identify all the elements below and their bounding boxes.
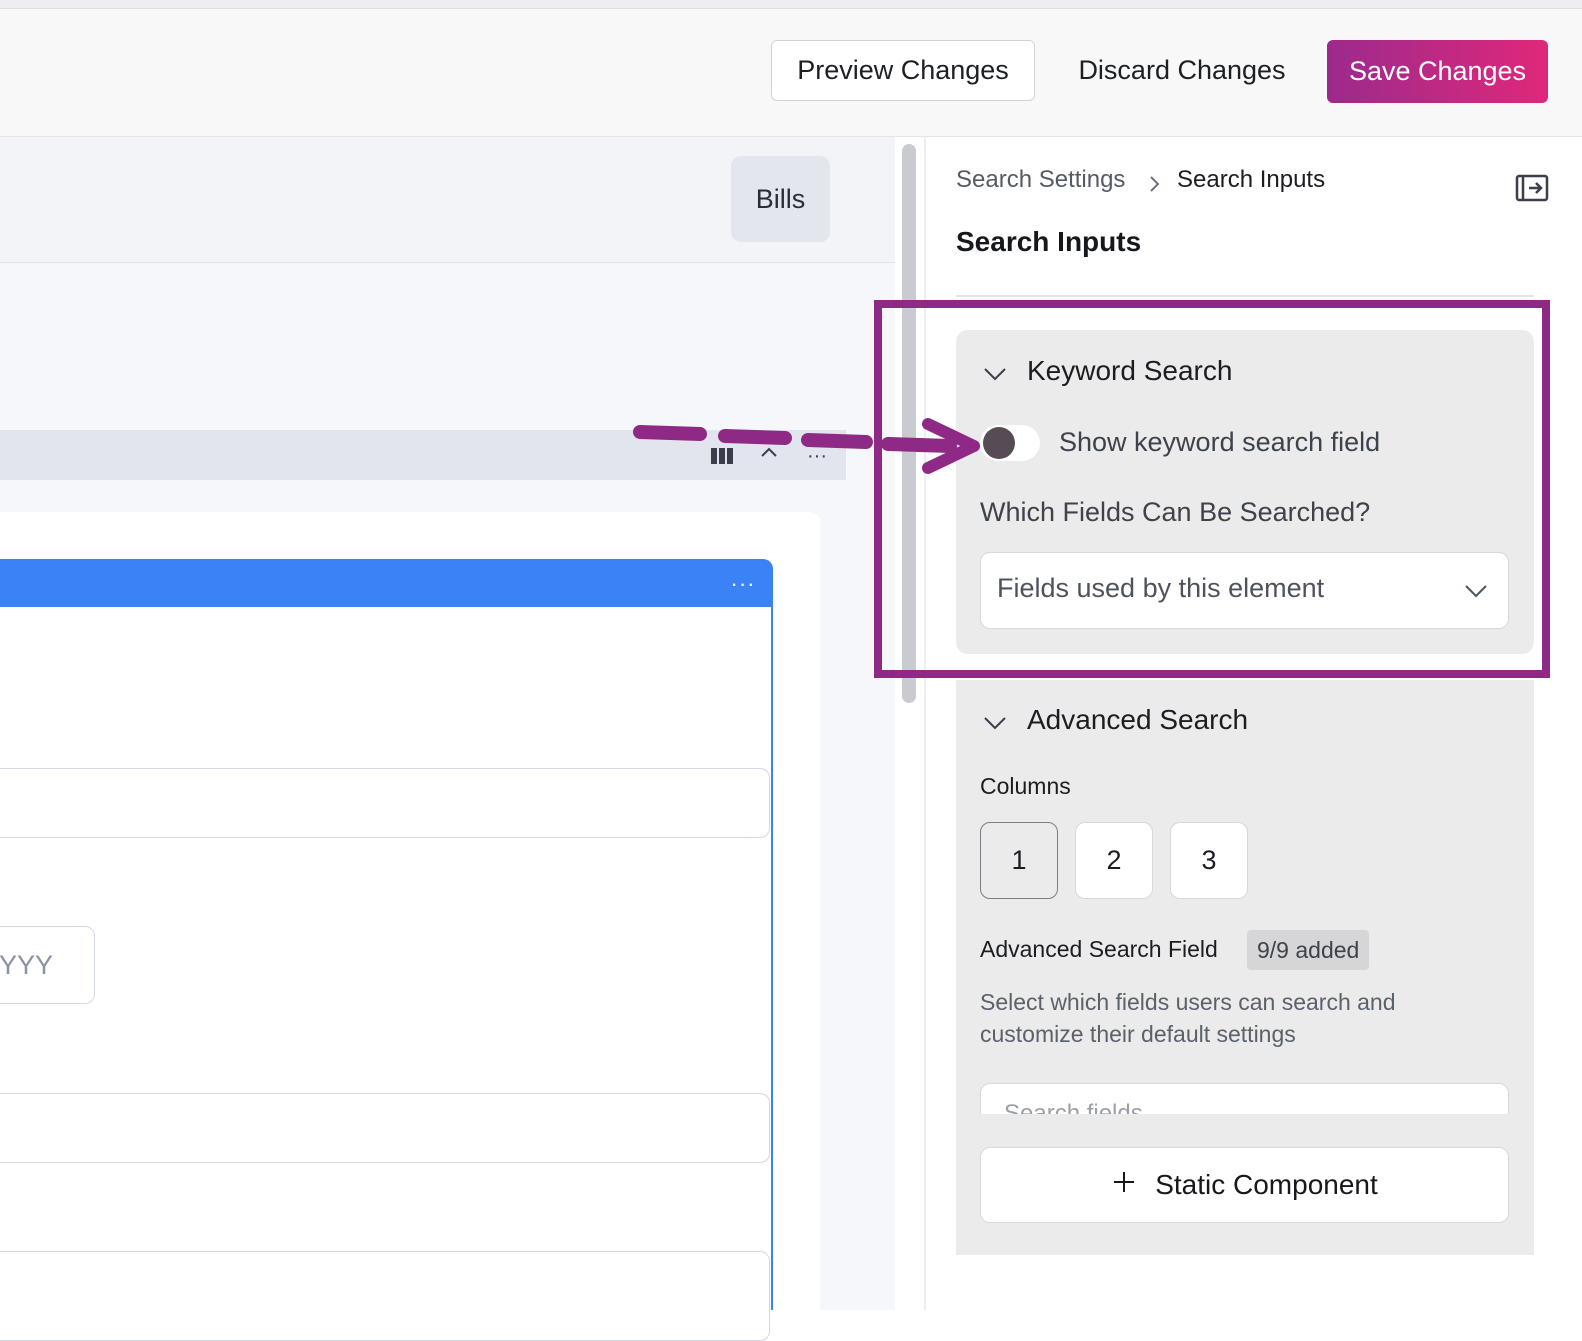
element-more-icon[interactable]: ··· <box>726 570 760 598</box>
fields-added-badge: 9/9 added <box>1247 930 1370 970</box>
date-input-field[interactable]: YYY <box>0 926 95 1004</box>
canvas-input-field[interactable] <box>0 1251 770 1341</box>
advanced-search-field-label: Advanced Search Field <box>980 936 1218 962</box>
columns-label: Columns <box>980 773 1071 799</box>
columns-option-3[interactable]: 3 <box>1170 822 1248 899</box>
collapse-panel-icon[interactable] <box>1514 172 1550 204</box>
save-changes-button[interactable]: Save Changes <box>1327 40 1548 103</box>
preview-changes-button[interactable]: Preview Changes <box>771 40 1035 101</box>
highlight-box <box>874 300 1550 678</box>
breadcrumb-search-inputs: Search Inputs <box>1177 166 1326 193</box>
search-fields-placeholder: Search fields <box>1004 1102 1143 1114</box>
canvas-input-field[interactable] <box>0 768 770 838</box>
panel-title: Search Inputs <box>956 226 1142 257</box>
chevron-down-icon[interactable] <box>981 712 1009 734</box>
advanced-search-description: Select which fields users can search and… <box>980 989 1396 1047</box>
advanced-search-title[interactable]: Advanced Search <box>1027 704 1248 736</box>
window-top-edge <box>0 0 1582 9</box>
panel-separator <box>956 295 1534 297</box>
static-component-label: Static Component <box>1155 1169 1378 1200</box>
bills-tab[interactable]: Bills <box>731 156 830 242</box>
canvas-input-field[interactable] <box>0 1093 770 1163</box>
selected-element-header[interactable] <box>0 559 773 608</box>
dashed-arrow-annotation <box>633 418 980 474</box>
columns-option-2[interactable]: 2 <box>1075 822 1153 899</box>
breadcrumb-search-settings[interactable]: Search Settings <box>956 166 1125 194</box>
columns-option-1[interactable]: 1 <box>980 822 1058 899</box>
plus-icon <box>1111 1169 1137 1202</box>
discard-changes-button[interactable]: Discard Changes <box>1052 40 1312 101</box>
selected-element-body <box>0 607 773 1310</box>
add-static-component-button[interactable]: Static Component <box>980 1147 1509 1223</box>
chevron-right-icon <box>1146 170 1164 198</box>
